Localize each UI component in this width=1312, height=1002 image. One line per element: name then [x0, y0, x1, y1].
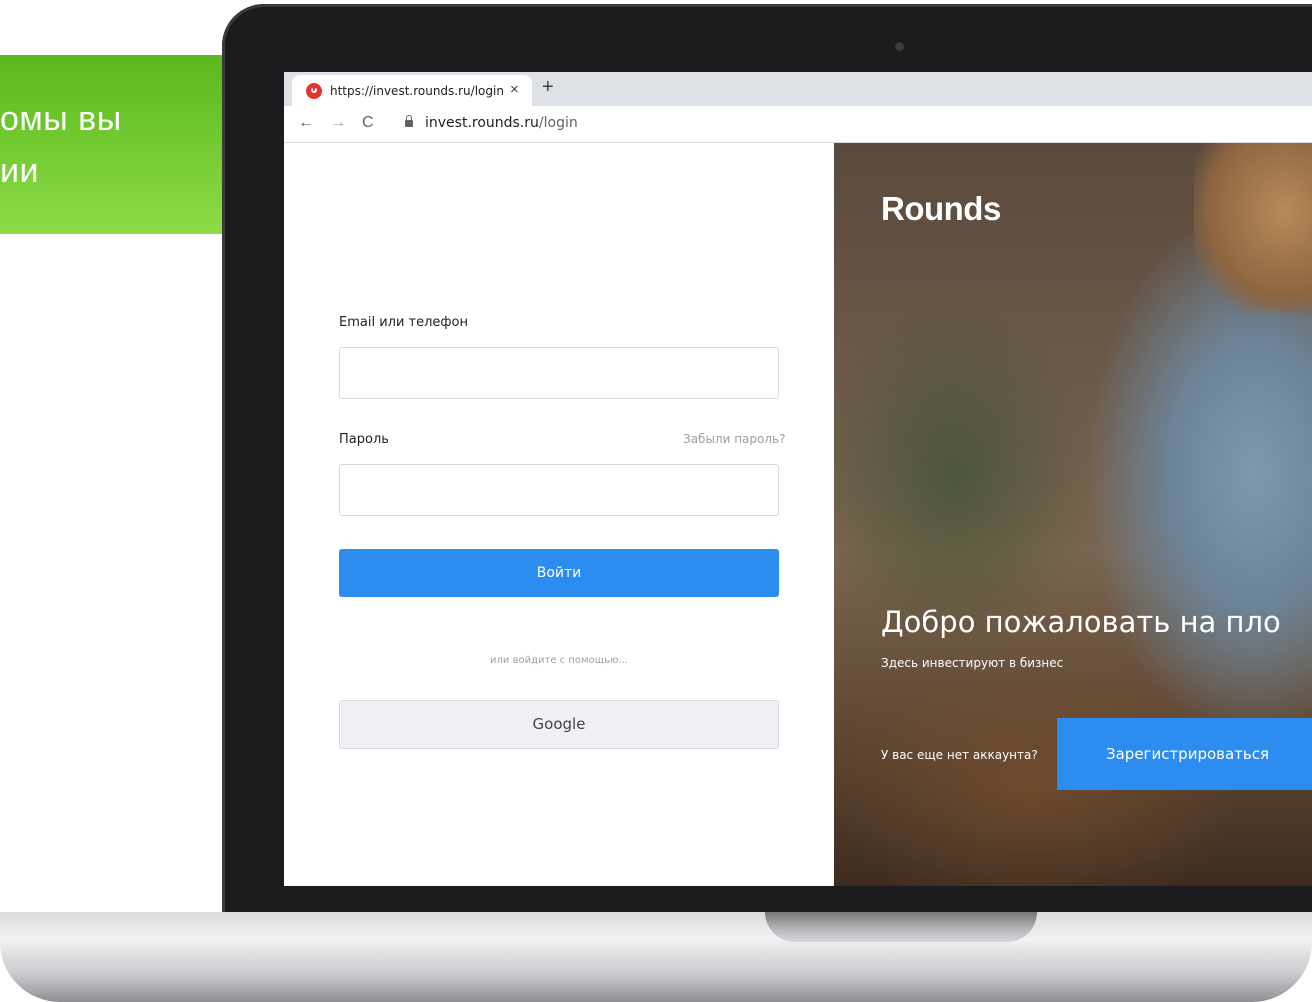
back-arrow-icon[interactable]: ←	[298, 114, 314, 132]
email-label: Email или телефон	[339, 315, 468, 330]
login-button[interactable]: Войти	[339, 549, 779, 597]
address-bar[interactable]: invest.rounds.ru/login	[425, 115, 578, 131]
forgot-password-link[interactable]: Забыли пароль?	[683, 432, 785, 446]
promo-text-line-1: омы вы	[0, 100, 122, 138]
promo-text-line-2: ии	[0, 152, 39, 190]
laptop-notch	[765, 912, 1037, 942]
tab-title: https://invest.rounds.ru/login	[330, 84, 504, 98]
alt-login-text: или войдите с помощью...	[490, 655, 628, 666]
hero-photo	[1194, 143, 1312, 313]
no-account-text: У вас еще нет аккаунта?	[881, 748, 1038, 762]
password-label: Пароль	[339, 432, 389, 447]
hero-panel: Rounds Добро пожаловать на пло Здесь инв…	[834, 143, 1312, 886]
close-icon[interactable]: ×	[510, 81, 519, 98]
browser-tab-bar: https://invest.rounds.ru/login × +	[284, 72, 1312, 106]
reload-icon[interactable]: C	[362, 114, 374, 132]
register-button[interactable]: Зарегистрироваться	[1057, 718, 1312, 790]
password-field[interactable]	[339, 464, 779, 516]
rounds-favicon-icon	[306, 83, 322, 99]
login-page: Email или телефон Пароль Забыли пароль? …	[284, 143, 1312, 886]
camera-icon	[895, 42, 904, 51]
url-host: invest.rounds.ru	[425, 115, 539, 131]
email-field[interactable]	[339, 347, 779, 399]
google-login-button[interactable]: Google	[339, 700, 779, 749]
login-form: Email или телефон Пароль Забыли пароль? …	[284, 143, 834, 886]
laptop-screen: https://invest.rounds.ru/login × + ← → C…	[284, 72, 1312, 886]
forward-arrow-icon[interactable]: →	[330, 114, 346, 132]
lock-icon[interactable]	[405, 115, 413, 127]
hero-title: Добро пожаловать на пло	[881, 605, 1281, 639]
browser-tab[interactable]: https://invest.rounds.ru/login ×	[292, 75, 532, 106]
plus-icon[interactable]: +	[542, 76, 554, 99]
hero-subtitle: Здесь инвестируют в бизнес	[881, 656, 1064, 670]
url-path: /login	[538, 115, 578, 131]
browser-toolbar: ← → C invest.rounds.ru/login	[284, 106, 1312, 143]
rounds-logo: Rounds	[881, 190, 1001, 227]
laptop-base	[0, 912, 1312, 1002]
promo-banner: омы вы ии	[0, 55, 230, 234]
